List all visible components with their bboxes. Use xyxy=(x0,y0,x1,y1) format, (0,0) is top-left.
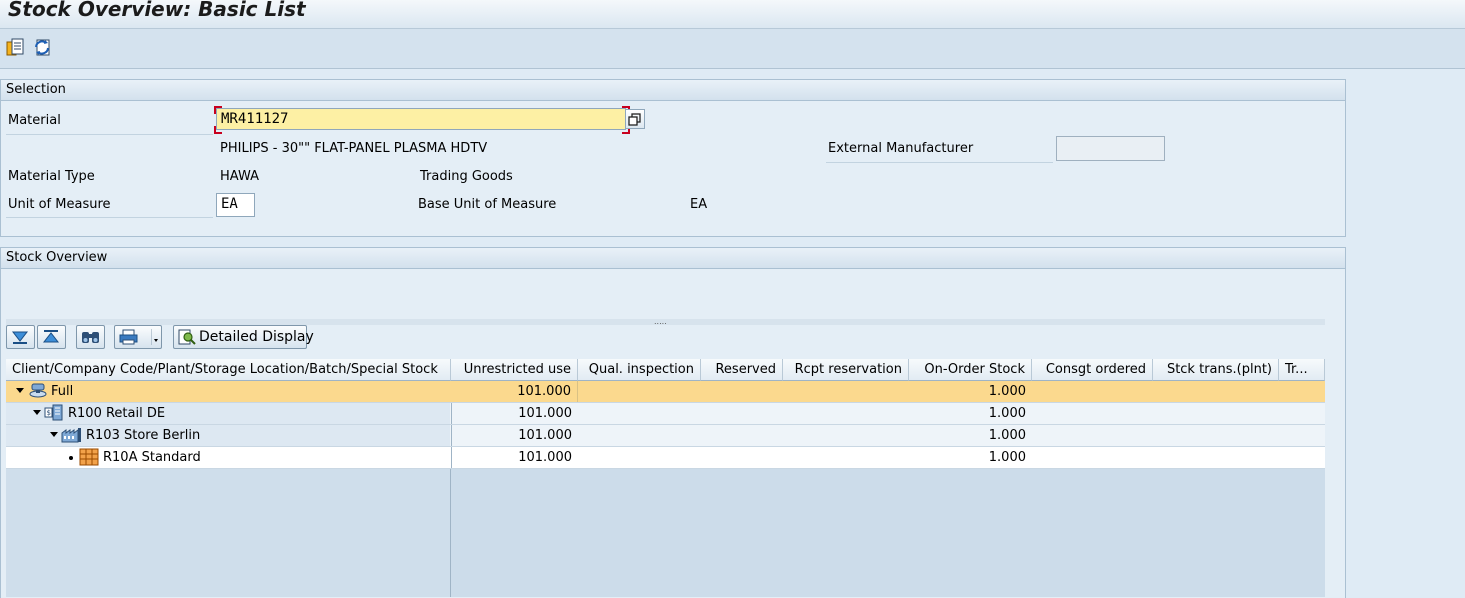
collapse-icon xyxy=(42,330,60,343)
on-order-value: 1.000 xyxy=(988,406,1026,421)
title-bar: Stock Overview: Basic List xyxy=(0,0,1465,29)
expand-subtree-button[interactable] xyxy=(6,325,35,349)
base-unit-of-measure-label: Base Unit of Measure xyxy=(418,197,557,212)
company-code-icon: $ xyxy=(44,404,63,421)
on-order-value: 1.000 xyxy=(988,384,1026,399)
column-header-stck-trans-plnt[interactable]: Stck trans.(plnt) xyxy=(1153,359,1279,381)
column-header-reserved[interactable]: Reserved xyxy=(701,359,783,381)
table-row[interactable]: R103 Store Berlin 101.000 1.000 xyxy=(6,425,1325,447)
material-input[interactable]: MR411127 xyxy=(216,108,626,130)
unrestricted-value: 101.000 xyxy=(451,381,578,402)
table-row[interactable]: R10A Standard 101.000 1.000 xyxy=(6,447,1325,469)
value-help-icon xyxy=(628,113,641,126)
column-header-unrestricted[interactable]: Unrestricted use xyxy=(451,359,578,381)
find-button[interactable] xyxy=(76,325,105,349)
print-button[interactable] xyxy=(114,325,162,349)
material-type-label: Material Type xyxy=(8,169,95,184)
external-manufacturer-field[interactable] xyxy=(1056,136,1165,161)
unrestricted-value: 101.000 xyxy=(451,447,578,468)
on-order-value: 1.000 xyxy=(988,428,1026,443)
table-row[interactable]: $ R100 Retail DE 101.000 1.000 xyxy=(6,403,1325,425)
unit-of-measure-label: Unit of Measure xyxy=(8,197,111,212)
column-header-qual-inspection[interactable]: Qual. inspection xyxy=(578,359,701,381)
collapse-node-icon[interactable] xyxy=(50,432,58,437)
storage-location-icon xyxy=(79,448,99,466)
binoculars-icon xyxy=(82,332,99,343)
selection-header: Selection xyxy=(1,80,1345,101)
collapse-subtree-button[interactable] xyxy=(37,325,66,349)
refresh-icon[interactable] xyxy=(31,37,53,59)
value-help-button[interactable] xyxy=(625,109,645,129)
select-layout-icon[interactable] xyxy=(4,37,26,59)
column-header-hierarchy[interactable]: Client/Company Code/Plant/Storage Locati… xyxy=(6,359,451,381)
material-description: PHILIPS - 30"" FLAT-PANEL PLASMA HDTV xyxy=(220,141,488,156)
row-label: R100 Retail DE xyxy=(68,406,166,421)
detail-display-icon xyxy=(178,329,196,345)
material-type-description: Trading Goods xyxy=(420,169,513,184)
svg-text:$: $ xyxy=(47,409,51,417)
material-label: Material xyxy=(8,113,61,128)
external-manufacturer-label: External Manufacturer xyxy=(828,141,974,156)
stock-tree-grid: Client/Company Code/Plant/Storage Locati… xyxy=(6,359,1325,597)
unrestricted-value: 101.000 xyxy=(451,425,578,446)
column-header-consgt-ordered[interactable]: Consgt ordered xyxy=(1032,359,1153,381)
collapse-node-icon[interactable] xyxy=(16,388,24,393)
row-label: Full xyxy=(51,384,74,399)
application-toolbar xyxy=(0,29,1465,69)
selection-panel: Selection Material MR411127 PHILIPS - 30… xyxy=(0,79,1346,237)
detailed-display-button[interactable]: Detailed Display xyxy=(173,325,314,349)
base-unit-of-measure-value: EA xyxy=(690,197,708,212)
unrestricted-value: 101.000 xyxy=(451,403,578,424)
expand-icon xyxy=(11,331,29,344)
row-label: R103 Store Berlin xyxy=(86,428,201,443)
detailed-display-label: Detailed Display xyxy=(199,329,314,345)
row-label: R10A Standard xyxy=(103,450,201,465)
client-icon xyxy=(29,383,47,398)
printer-icon xyxy=(119,329,138,345)
page-title: Stock Overview: Basic List xyxy=(8,0,306,21)
column-header-rcpt-reservation[interactable]: Rcpt reservation xyxy=(783,359,909,381)
column-header-on-order-stock[interactable]: On-Order Stock xyxy=(909,359,1032,381)
material-type-value: HAWA xyxy=(220,169,259,184)
column-header-tr[interactable]: Tr... xyxy=(1279,359,1325,381)
unit-of-measure-input[interactable]: EA xyxy=(216,193,255,217)
plant-icon xyxy=(61,428,81,443)
table-row[interactable]: Full 101.000 1.000 xyxy=(6,381,1325,403)
on-order-value: 1.000 xyxy=(988,450,1026,465)
dropdown-arrow-icon xyxy=(151,329,158,345)
stock-overview-header: Stock Overview xyxy=(1,248,1345,269)
collapse-node-icon[interactable] xyxy=(33,410,41,415)
